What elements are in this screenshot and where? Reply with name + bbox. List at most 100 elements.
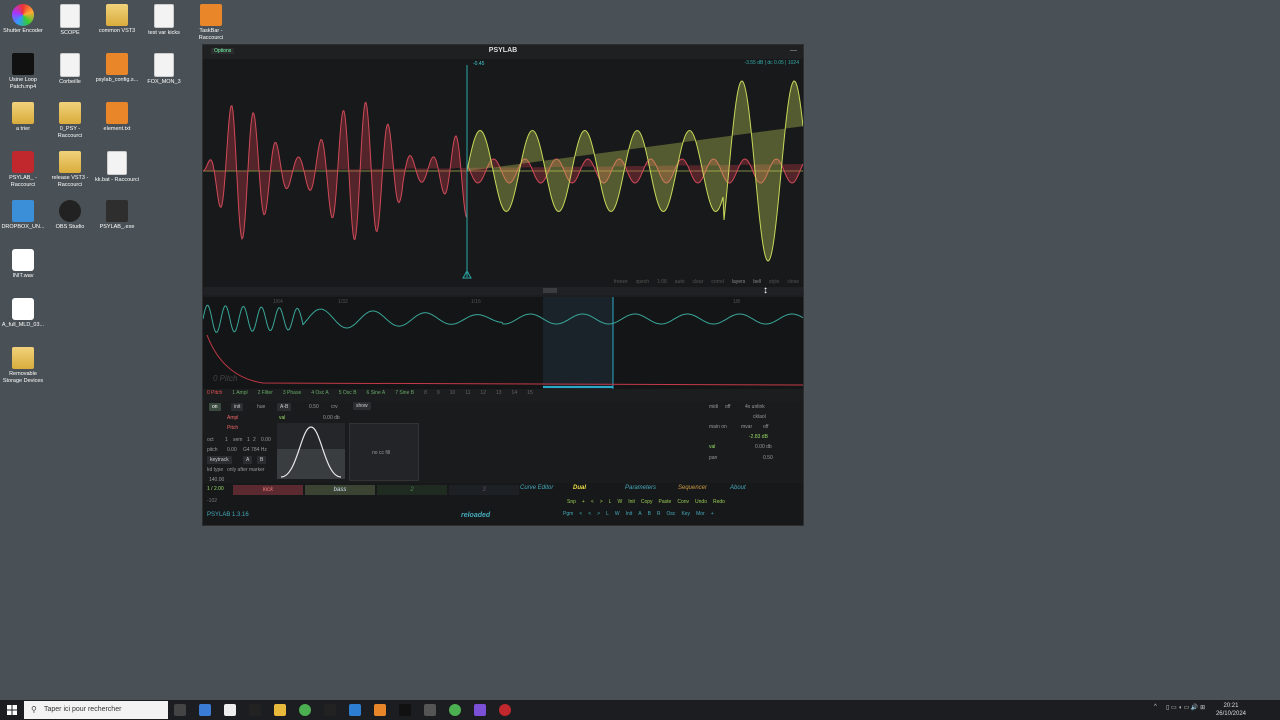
windows-start-icon[interactable] [7,705,17,715]
desktop-icon[interactable]: PSYLAB_.exe [94,200,140,231]
row1-button[interactable]: < [591,499,594,505]
psylab-task-icon[interactable] [424,704,436,716]
sem-value[interactable]: 1 [247,437,250,443]
row1-button[interactable]: Init [628,499,635,505]
track-bass[interactable]: bass [305,485,375,495]
terminal-icon[interactable] [399,704,411,716]
parameters-tab[interactable]: Parameters [625,485,656,491]
row1-button[interactable]: + [582,499,585,505]
tray-chevron-icon[interactable]: ^ [1154,704,1157,710]
row1-button[interactable]: W [617,499,622,505]
cents-value[interactable]: 0.00 [261,437,271,443]
row2-button[interactable]: Pgm [563,511,573,517]
app-icon[interactable] [249,704,261,716]
mvar-value[interactable]: off [763,424,768,430]
row2-button[interactable]: + [711,511,714,517]
lane-tab[interactable]: 4 Osc A [311,390,329,400]
desktop-icon[interactable]: kk.bat - Raccourci [94,151,140,184]
desktop-icon[interactable]: PSYLAB_ - Raccourci [0,151,46,189]
desktop-icon[interactable]: Shutter Encoder [0,4,46,35]
row1-button[interactable]: Paste [659,499,672,505]
visual-studio-icon[interactable] [474,704,486,716]
wave-toolbar-item[interactable]: auto [675,279,685,285]
scrollbar-thumb[interactable] [543,288,557,293]
desktop-icon[interactable]: A_full_MLD_03... [0,298,46,329]
desktop-icon[interactable]: DROPBOX_UN... [0,200,46,231]
row2-button[interactable]: A [638,511,641,517]
lane-tab[interactable]: 8 [424,390,427,400]
lane-tab[interactable]: 3 Phase [283,390,301,400]
row1-button[interactable]: Snp [567,499,576,505]
tray-icons[interactable]: ▯ ▭ ◖ ▭ 🔊 ⊞ [1166,704,1205,711]
midi-value[interactable]: off [725,404,730,410]
lane-tab[interactable]: 2 Filter [258,390,273,400]
row2-button[interactable]: < [588,511,591,517]
wave-toolbar-item[interactable]: bell [753,279,761,285]
row2-button[interactable]: Osc [667,511,676,517]
envelope-editor[interactable]: 1/64 1/32 1/16 1/8 0 Pitch [202,297,804,389]
desktop-icon[interactable]: INIT.wav [0,249,46,280]
row2-button[interactable]: > [597,511,600,517]
track-2[interactable]: 2 [377,485,447,495]
title-bar[interactable]: Options PSYLAB — [203,45,803,59]
lane-tab[interactable]: 10 [450,390,456,400]
lane-tab[interactable]: 15 [527,390,533,400]
lane-tab[interactable]: 0 Pitch [207,390,222,400]
track-3[interactable]: 3 [449,485,519,495]
chrome-icon[interactable] [449,704,461,716]
desktop-icon[interactable]: Removable Storage Devices [0,347,46,385]
wave-toolbar-item[interactable]: layers [732,279,745,285]
curve-editor-tab[interactable]: Curve Editor [520,485,553,491]
desktop-icon[interactable]: test var kicks [141,4,187,37]
b-button[interactable]: B [257,456,267,464]
row1-button[interactable]: Conv [677,499,689,505]
desktop-icon[interactable]: FOX_MON_3 [141,53,187,86]
app-icon[interactable] [499,704,511,716]
track-kick[interactable]: kick [233,485,303,495]
lane-tab[interactable]: 6 Sine A [367,390,386,400]
lane-tab[interactable]: 1 Ampl [232,390,247,400]
minimize-button[interactable]: — [790,47,797,54]
row2-button[interactable]: R [657,511,661,517]
dual-tab[interactable]: Dual [573,485,586,491]
lane-tab[interactable]: 12 [480,390,486,400]
row2-button[interactable]: Key [681,511,690,517]
clock[interactable]: 20:21 26/10/2024 [1216,702,1246,718]
wave-scrollbar[interactable] [203,287,803,295]
chrome-icon[interactable] [299,704,311,716]
row1-button[interactable]: > [600,499,603,505]
waveform-view[interactable]: -0.45 -3.55 dB | dc 0.05 | 1024 freeze sp… [203,59,803,287]
lane-tab[interactable]: 7 Sine B [395,390,414,400]
desktop-icon[interactable]: SCOPE [47,4,93,37]
unlink-label[interactable]: 4x unlink [745,404,765,410]
desktop-icon[interactable]: common VST3 [94,4,140,35]
wave-toolbar-item[interactable]: close [787,279,799,285]
keytrack-button[interactable]: keytrack [207,456,232,464]
lane-tab[interactable]: 9 [437,390,440,400]
a-button[interactable]: A [243,456,253,464]
lane-tab[interactable]: 5 Osc B [339,390,357,400]
desktop-icon[interactable]: Corbeille [47,53,93,86]
row1-button[interactable]: Redo [713,499,725,505]
task-view-icon[interactable] [174,704,186,716]
app-icon[interactable] [374,704,386,716]
row2-button[interactable]: L [606,511,609,517]
ab-button[interactable]: A-B [277,403,292,411]
desktop-icon[interactable]: a trier [0,102,46,133]
kd-type-value[interactable]: only after marker [227,467,265,473]
file-explorer-icon[interactable] [274,704,286,716]
desktop-icon[interactable]: 0_PSY - Raccourci [47,102,93,140]
desktop-icon[interactable]: Usine Loop Patch.mp4 [0,53,46,91]
row2-button[interactable]: W [615,511,620,517]
row2-button[interactable]: Mor [696,511,705,517]
app-icon[interactable] [349,704,361,716]
desktop-icon[interactable]: release VST3 - Raccourci [47,151,93,189]
init-button[interactable]: init [231,403,244,411]
on-button[interactable]: on [209,403,221,411]
about-tab[interactable]: About [730,485,746,491]
row1-button[interactable]: Undo [695,499,707,505]
row2-button[interactable]: Init [626,511,633,517]
bell-curve-display[interactable] [277,423,345,479]
taskbar-search[interactable]: ⚲ Taper ici pour rechercher [24,701,168,719]
desktop-icon[interactable]: element.txt [94,102,140,133]
